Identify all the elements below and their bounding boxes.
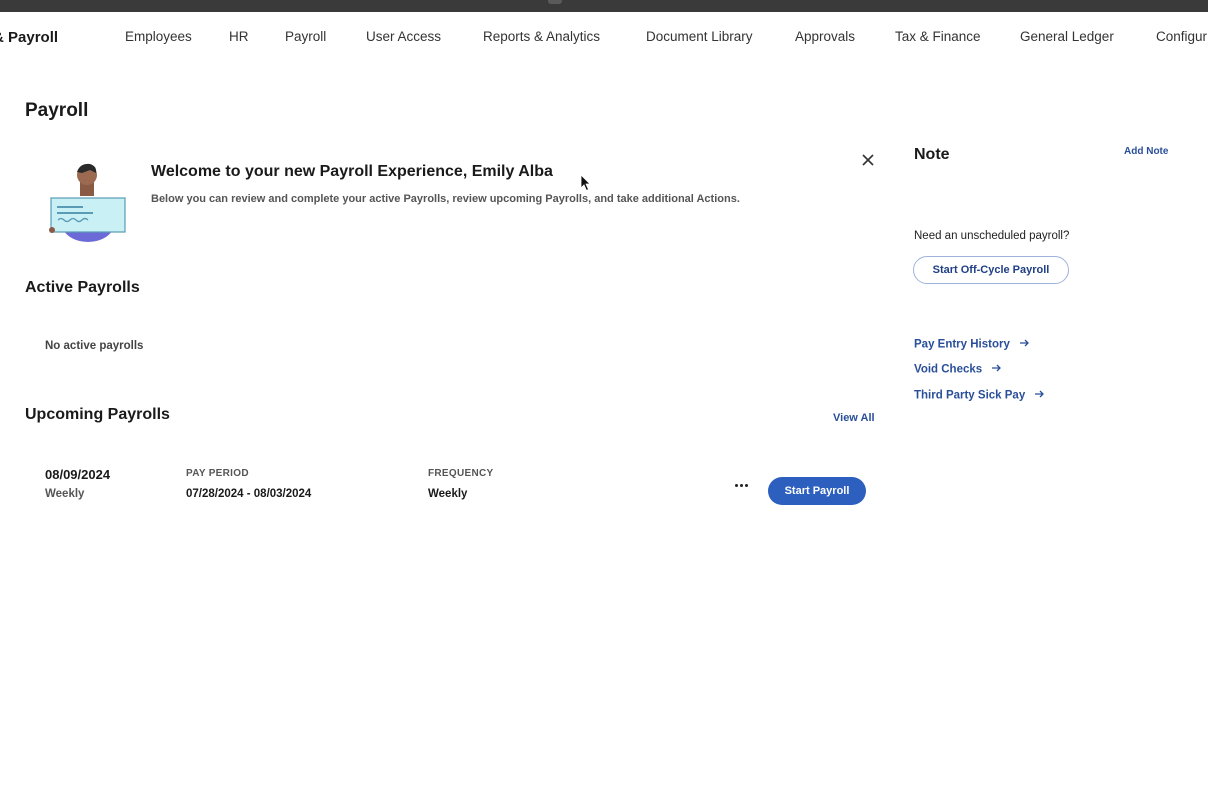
mouse-pointer-icon (580, 174, 592, 192)
nav-hr[interactable]: HR (229, 29, 249, 44)
page-title: Payroll (25, 100, 89, 121)
frequency-value: Weekly (428, 488, 468, 500)
nav-approvals[interactable]: Approvals (795, 29, 855, 44)
active-payrolls-title: Active Payrolls (25, 279, 140, 296)
welcome-title: Welcome to your new Payroll Experience, … (151, 163, 553, 180)
pay-entry-history-link[interactable]: Pay Entry History (914, 338, 1030, 351)
nav-document-library[interactable]: Document Library (646, 29, 753, 44)
nav-payroll[interactable]: Payroll (285, 29, 326, 44)
no-active-payrolls-text: No active payrolls (45, 340, 144, 352)
nav-employees[interactable]: Employees (125, 29, 192, 44)
frequency-label: FREQUENCY (428, 468, 494, 479)
welcome-subtitle: Below you can review and complete your a… (151, 193, 740, 205)
nav-general-ledger[interactable]: General Ledger (1020, 29, 1114, 44)
note-title: Note (914, 146, 950, 163)
view-all-link[interactable]: View All (833, 412, 875, 424)
window-title-strip (0, 0, 1208, 12)
void-checks-link[interactable]: Void Checks (914, 363, 1002, 376)
nav-reports-analytics[interactable]: Reports & Analytics (483, 29, 600, 44)
arrow-right-icon (1019, 338, 1030, 351)
nav-configuration[interactable]: Configur (1156, 29, 1207, 44)
arrow-right-icon (991, 363, 1002, 376)
upcoming-payroll-row: 08/09/2024 Weekly PAY PERIOD 07/28/2024 … (25, 455, 878, 515)
brand-name: & Payroll (0, 29, 59, 46)
pay-period-label: PAY PERIOD (186, 468, 249, 479)
start-payroll-button[interactable]: Start Payroll (768, 477, 866, 505)
top-navigation: & Payroll Employees HR Payroll User Acce… (0, 12, 1208, 62)
payroll-frequency-short: Weekly (45, 488, 85, 500)
window-grip (548, 0, 562, 4)
start-off-cycle-payroll-button[interactable]: Start Off-Cycle Payroll (913, 256, 1069, 284)
payroll-date: 08/09/2024 (45, 467, 111, 482)
nav-user-access[interactable]: User Access (366, 29, 441, 44)
upcoming-payrolls-title: Upcoming Payrolls (25, 406, 170, 423)
unscheduled-payroll-text: Need an unscheduled payroll? (914, 230, 1070, 242)
third-party-sick-pay-link[interactable]: Third Party Sick Pay (914, 389, 1045, 402)
pay-entry-history-label: Pay Entry History (914, 338, 1010, 351)
void-checks-label: Void Checks (914, 363, 983, 376)
nav-tax-finance[interactable]: Tax & Finance (895, 29, 981, 44)
person-holding-check-icon (46, 160, 130, 244)
pay-period-value: 07/28/2024 - 08/03/2024 (186, 488, 312, 500)
close-icon[interactable] (858, 150, 878, 170)
ellipsis-icon[interactable] (732, 478, 750, 492)
add-note-link[interactable]: Add Note (1124, 146, 1168, 157)
arrow-right-icon (1034, 389, 1045, 402)
third-party-sick-pay-label: Third Party Sick Pay (914, 389, 1026, 402)
